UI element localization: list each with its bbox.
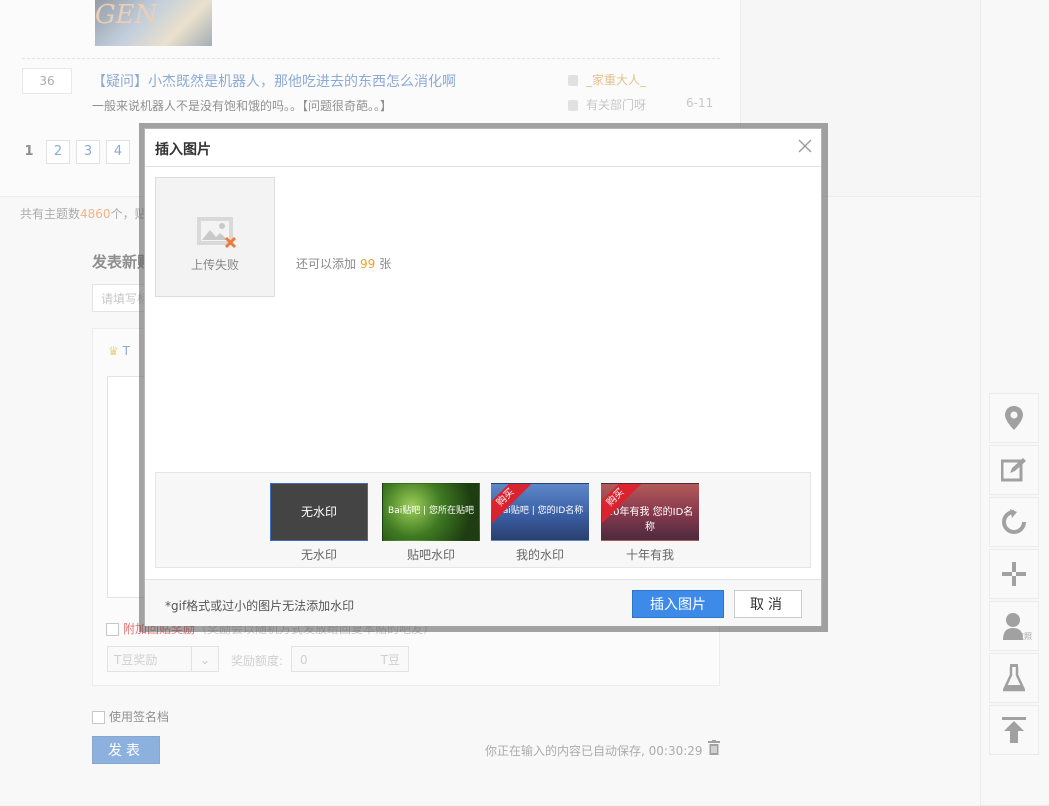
insert-image-button[interactable]: 插入图片 (632, 590, 724, 618)
watermark-option-ten-years[interactable]: 10年有我 您的ID名称 购买 十年有我 (601, 483, 699, 563)
remain-number: 99 (360, 257, 376, 271)
close-icon[interactable] (797, 138, 813, 154)
watermark-thumb: Bai贴吧 | 您的ID名称 购买 (491, 483, 589, 541)
upload-status: 上传失败 (190, 258, 239, 272)
watermark-option-none[interactable]: 无水印 无水印 (270, 483, 368, 563)
watermark-thumb-text: Bai贴吧 | 您所在贴吧 (388, 506, 474, 516)
upload-tile[interactable]: 上传失败 (155, 177, 275, 297)
remain-prefix: 还可以添加 (296, 257, 357, 271)
dialog-header: 插入图片 (145, 129, 821, 167)
watermark-thumb: Bai贴吧 | 您所在贴吧 (382, 483, 480, 541)
watermark-option-tieba[interactable]: Bai贴吧 | 您所在贴吧 贴吧水印 (382, 483, 480, 563)
remaining-count: 还可以添加 99 张 (296, 255, 391, 272)
watermark-caption: 十年有我 (625, 548, 674, 562)
watermark-caption: 我的水印 (515, 548, 564, 562)
remain-suffix: 张 (379, 257, 392, 271)
cancel-button[interactable]: 取消 (734, 590, 802, 618)
watermark-panel: 无水印 无水印 Bai贴吧 | 您所在贴吧 贴吧水印 Bai贴吧 | 您的ID名… (155, 472, 811, 568)
watermark-footnote: *gif格式或过小的图片无法添加水印 (165, 599, 355, 613)
watermark-caption: 贴吧水印 (406, 548, 455, 562)
watermark-caption: 无水印 (300, 548, 337, 562)
watermark-thumb: 10年有我 您的ID名称 购买 (601, 483, 699, 541)
dialog-footer: *gif格式或过小的图片无法添加水印 插入图片 取消 (145, 579, 821, 626)
watermark-thumb-text: 无水印 (300, 505, 337, 519)
dialog-title: 插入图片 (155, 142, 211, 158)
watermark-option-mine[interactable]: Bai贴吧 | 您的ID名称 购买 我的水印 (491, 483, 589, 563)
insert-image-dialog: 插入图片 上传失败 还可以添加 99 张 无水印 无水印 Bai贴吧 | 您所在贴吧… (144, 128, 822, 626)
watermark-thumb: 无水印 (270, 483, 368, 541)
image-failed-icon (197, 217, 237, 249)
